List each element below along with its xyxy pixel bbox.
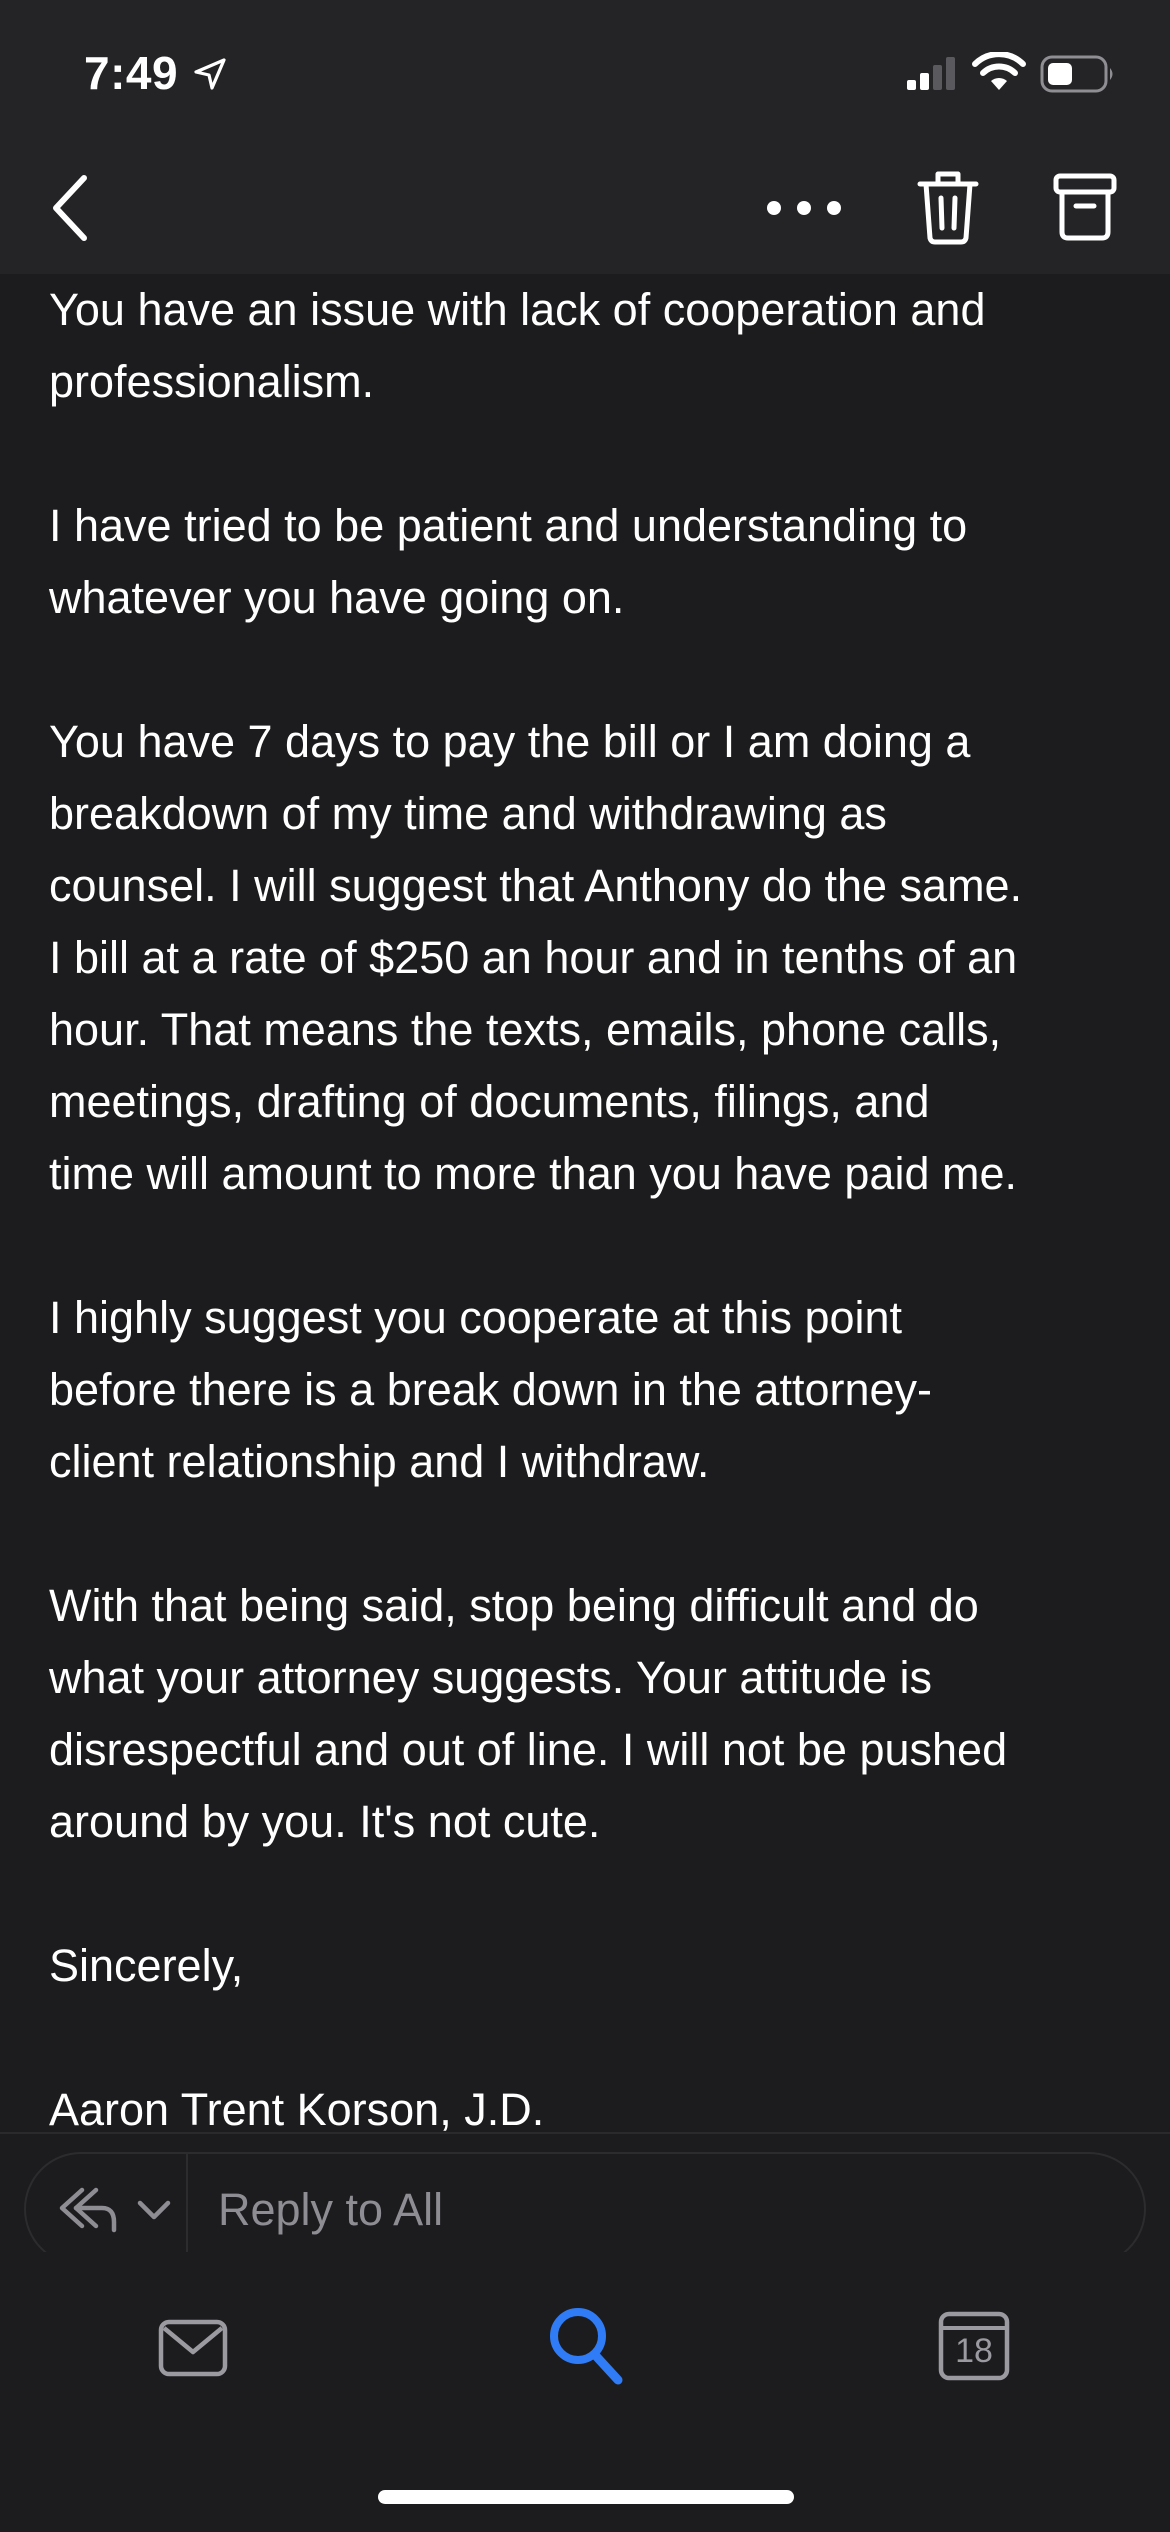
email-line: before there is a break down in the atto… <box>49 1364 933 1415</box>
reply-bar: Reply to All <box>0 2132 1170 2266</box>
email-line: disrespectful and out of line. I will no… <box>49 1724 1008 1775</box>
email-body: You have an issue with lack of cooperati… <box>0 274 1170 2132</box>
email-line: I highly suggest you cooperate at this p… <box>49 1292 903 1343</box>
email-reader-screen: 7:49 You have an issue with lack of coop… <box>0 0 1170 2532</box>
archive-icon[interactable] <box>1052 170 1118 242</box>
email-line: With that being said, stop being difficu… <box>49 1580 979 1631</box>
email-line: You have 7 days to pay the bill or I am … <box>49 716 971 767</box>
top-chrome: 7:49 <box>0 0 1170 274</box>
email-paragraph: I highly suggest you cooperate at this p… <box>49 1282 1139 1498</box>
reply-field[interactable]: Reply to All <box>24 2152 1146 2266</box>
email-line: time will amount to more than you have p… <box>49 1148 1017 1199</box>
trash-icon[interactable] <box>916 166 980 246</box>
email-line: what your attorney suggests. Your attitu… <box>49 1652 933 1703</box>
email-paragraph: You have 7 days to pay the bill or I am … <box>49 706 1139 1210</box>
wifi-icon <box>972 52 1026 90</box>
status-time: 7:49 <box>84 47 179 99</box>
back-chevron-icon[interactable] <box>44 170 104 246</box>
email-line: I bill at a rate of $250 an hour and in … <box>49 932 1018 983</box>
email-line: hour. That means the texts, emails, phon… <box>49 1004 1002 1055</box>
email-line: Sincerely, <box>49 1940 244 1991</box>
email-line: breakdown of my time and withdrawing as <box>49 788 887 839</box>
cellular-signal-icon <box>907 57 955 90</box>
battery-icon <box>1040 55 1113 93</box>
email-paragraph: You have an issue with lack of cooperati… <box>49 274 1139 418</box>
email-line: You have an issue with lack of cooperati… <box>49 284 986 335</box>
email-paragraph: Sincerely, <box>49 1930 1139 2002</box>
reply-divider <box>186 2154 188 2264</box>
email-line: Aaron Trent Korson, J.D. <box>49 2084 545 2132</box>
search-icon[interactable] <box>546 2304 626 2388</box>
email-message-text: You have an issue with lack of cooperati… <box>49 274 1139 2132</box>
email-line: counsel. I will suggest that Anthony do … <box>49 860 1023 911</box>
more-options-icon[interactable] <box>764 180 844 236</box>
email-line: professionalism. <box>49 356 375 407</box>
location-arrow-icon <box>194 58 226 90</box>
calendar-tab[interactable]: 18 <box>938 2310 1010 2382</box>
email-line: around by you. It's not cute. <box>49 1796 601 1847</box>
status-bar: 7:49 <box>0 0 1170 140</box>
home-indicator[interactable] <box>378 2490 794 2504</box>
email-paragraph: With that being said, stop being difficu… <box>49 1570 1139 1858</box>
email-line: client relationship and I withdraw. <box>49 1436 710 1487</box>
email-line: meetings, drafting of documents, filings… <box>49 1076 930 1127</box>
email-paragraph: Aaron Trent Korson, J.D. <box>49 2074 1139 2132</box>
email-paragraph: I have tried to be patient and understan… <box>49 490 1139 634</box>
reply-all-icon[interactable] <box>56 2184 118 2236</box>
email-line: I have tried to be patient and understan… <box>49 500 968 551</box>
mail-icon[interactable] <box>158 2318 228 2378</box>
reply-placeholder[interactable]: Reply to All <box>218 2184 443 2236</box>
chevron-down-icon[interactable] <box>134 2190 174 2230</box>
email-line: whatever you have going on. <box>49 572 625 623</box>
calendar-day-number: 18 <box>955 2332 993 2370</box>
navigation-bar <box>0 140 1170 274</box>
